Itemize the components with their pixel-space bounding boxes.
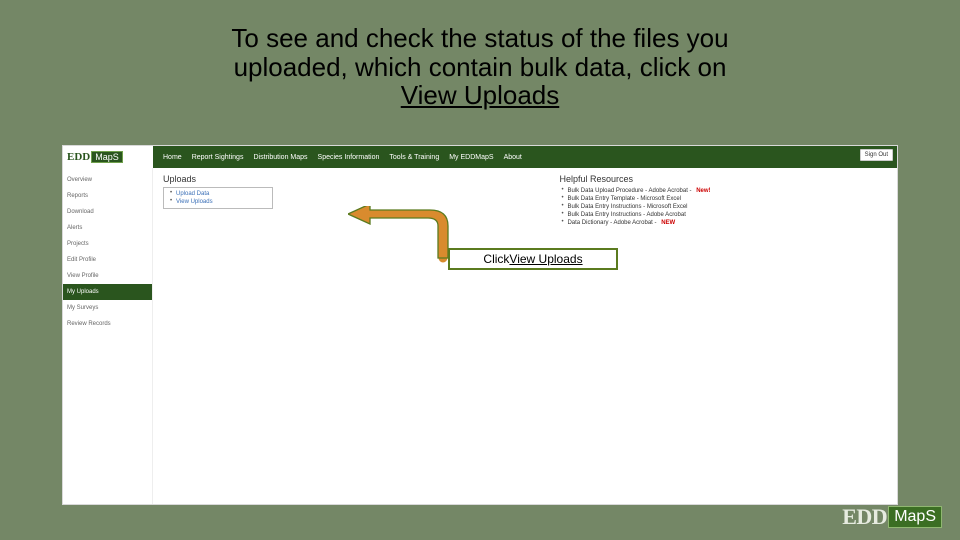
title-line-2: uploaded, which contain bulk data, click… <box>234 52 727 82</box>
sidebar-item-my-surveys[interactable]: My Surveys <box>63 300 152 316</box>
callout-box: Click View Uploads <box>448 248 618 270</box>
brand-edd: EDD <box>67 151 90 163</box>
sidebar-item-my-uploads[interactable]: My Uploads <box>63 284 152 300</box>
nav-distribution-maps[interactable]: Distribution Maps <box>253 154 307 161</box>
callout-prefix: Click <box>483 252 509 266</box>
resource-text: Bulk Data Entry Instructions - Microsoft… <box>567 204 687 210</box>
title-line-1: To see and check the status of the files… <box>231 23 728 53</box>
nav-tools-training[interactable]: Tools & Training <box>389 154 439 161</box>
resource-text: Bulk Data Entry Template - Microsoft Exc… <box>567 196 681 202</box>
resources-heading: Helpful Resources <box>559 174 887 184</box>
sidebar-item-alerts[interactable]: Alerts <box>63 220 152 236</box>
app-body: Overview Reports Download Alerts Project… <box>63 168 897 504</box>
resource-text: Bulk Data Upload Procedure - Adobe Acrob… <box>567 188 691 194</box>
sidebar-item-edit-profile[interactable]: Edit Profile <box>63 252 152 268</box>
top-nav: Home Report Sightings Distribution Maps … <box>153 154 522 161</box>
content-area: Uploads Upload Data View Uploads Helpful… <box>153 168 897 504</box>
nav-home[interactable]: Home <box>163 154 182 161</box>
footer-maps: MapS <box>888 506 942 528</box>
resource-text: Data Dictionary - Adobe Acrobat - <box>567 220 656 226</box>
resource-item[interactable]: Bulk Data Entry Template - Microsoft Exc… <box>559 195 887 203</box>
nav-report-sightings[interactable]: Report Sightings <box>192 154 244 161</box>
uploads-box: Upload Data View Uploads <box>163 187 273 209</box>
app-header: EDD MapS Home Report Sightings Distribut… <box>63 146 897 168</box>
resources-section: Helpful Resources Bulk Data Upload Proce… <box>539 174 887 498</box>
uploads-section: Uploads Upload Data View Uploads <box>163 174 539 498</box>
app-screenshot: EDD MapS Home Report Sightings Distribut… <box>62 145 898 505</box>
footer-logo: EDD MapS <box>842 504 942 530</box>
sign-out-button[interactable]: Sign Out <box>860 149 893 161</box>
resource-item[interactable]: Bulk Data Entry Instructions - Adobe Acr… <box>559 211 887 219</box>
footer-edd: EDD <box>842 504 887 530</box>
nav-species-information[interactable]: Species Information <box>318 154 380 161</box>
resource-item[interactable]: Data Dictionary - Adobe Acrobat - NEW <box>559 219 887 227</box>
upload-data-link[interactable]: Upload Data <box>168 190 268 198</box>
new-badge: NEW <box>661 220 675 226</box>
new-badge: New! <box>696 188 710 194</box>
sidebar-item-download[interactable]: Download <box>63 204 152 220</box>
title-line-3: View Uploads <box>401 80 560 110</box>
slide-title: To see and check the status of the files… <box>0 0 960 118</box>
sidebar: Overview Reports Download Alerts Project… <box>63 168 153 504</box>
sidebar-item-reports[interactable]: Reports <box>63 188 152 204</box>
view-uploads-link[interactable]: View Uploads <box>168 198 268 206</box>
sidebar-item-view-profile[interactable]: View Profile <box>63 268 152 284</box>
sidebar-item-projects[interactable]: Projects <box>63 236 152 252</box>
brand-maps: MapS <box>91 151 123 163</box>
resource-item[interactable]: Bulk Data Upload Procedure - Adobe Acrob… <box>559 187 887 195</box>
resource-text: Bulk Data Entry Instructions - Adobe Acr… <box>567 212 685 218</box>
brand-logo[interactable]: EDD MapS <box>63 146 153 168</box>
nav-about[interactable]: About <box>504 154 522 161</box>
sidebar-item-review-records[interactable]: Review Records <box>63 316 152 332</box>
sidebar-item-overview[interactable]: Overview <box>63 172 152 188</box>
nav-my-eddmaps[interactable]: My EDDMapS <box>449 154 493 161</box>
uploads-heading: Uploads <box>163 174 539 184</box>
callout-link-text: View Uploads <box>509 252 582 266</box>
resource-item[interactable]: Bulk Data Entry Instructions - Microsoft… <box>559 203 887 211</box>
